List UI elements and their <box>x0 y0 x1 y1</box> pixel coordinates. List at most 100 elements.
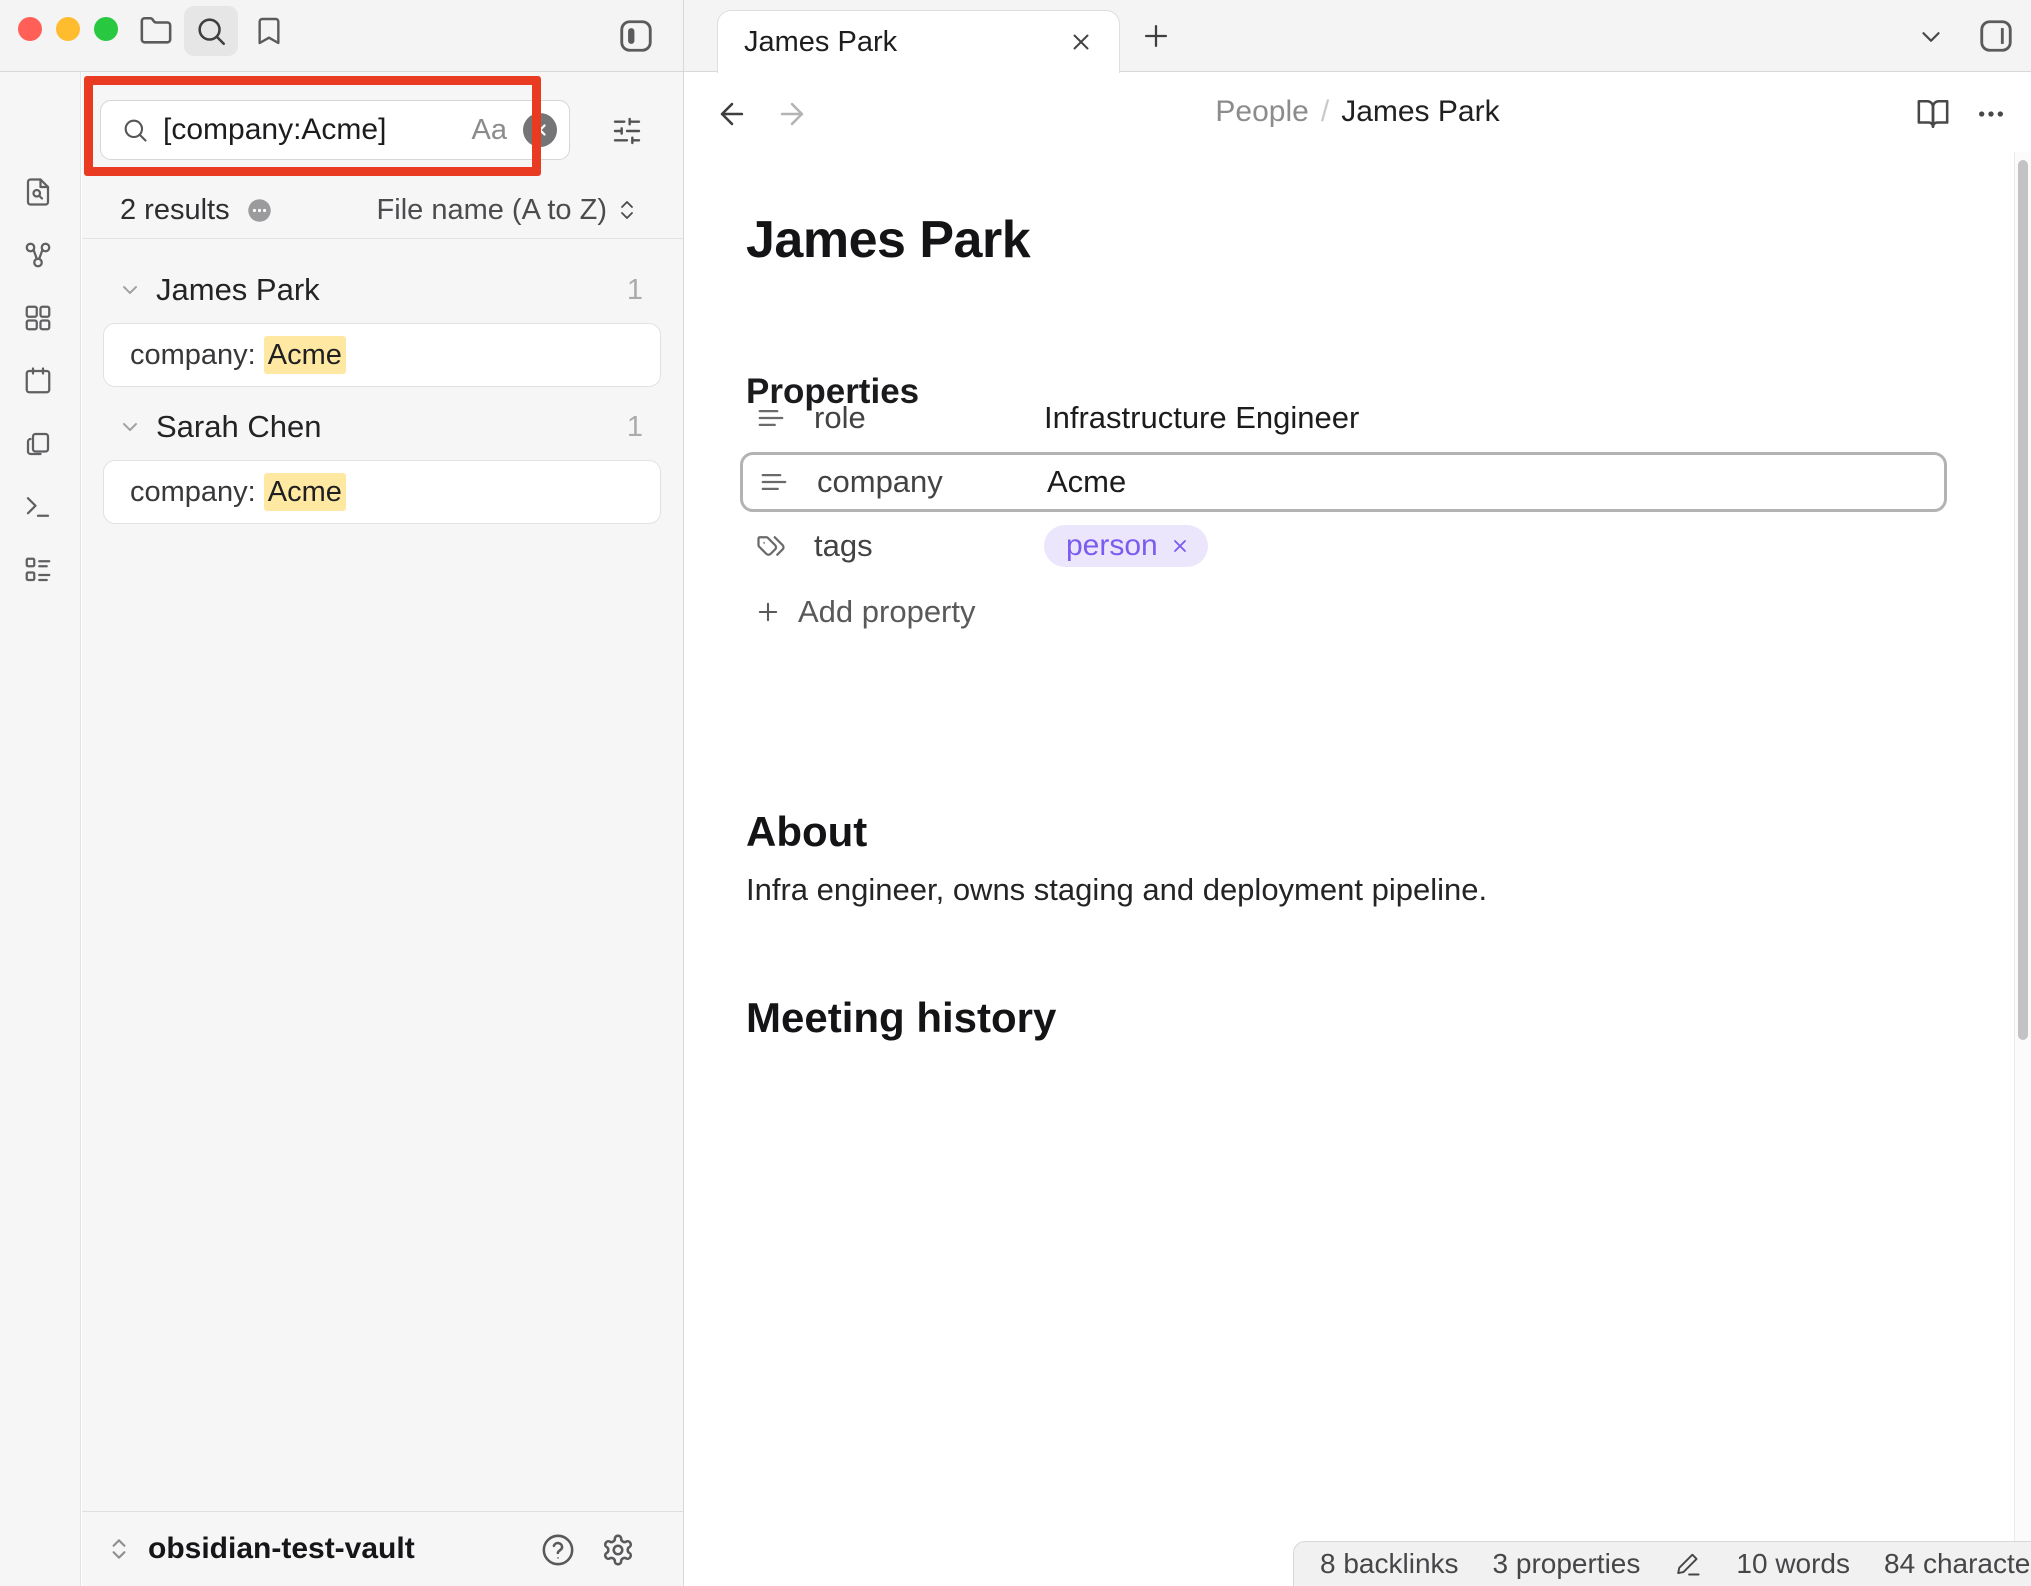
tags-icon[interactable] <box>756 531 786 561</box>
property-row-company[interactable]: company Acme <box>740 452 1947 512</box>
more-options-button[interactable] <box>1970 94 2012 134</box>
arrow-left-icon <box>715 97 749 131</box>
properties-count[interactable]: 3 properties <box>1493 1548 1641 1580</box>
ribbon-graph-button[interactable] <box>16 233 60 277</box>
text-property-icon[interactable] <box>759 467 789 497</box>
search-settings-button[interactable] <box>604 108 650 154</box>
property-value[interactable]: Acme <box>1047 464 1126 500</box>
zoom-window-button[interactable] <box>94 17 118 41</box>
close-window-button[interactable] <box>18 17 42 41</box>
help-circle-icon <box>541 1533 575 1567</box>
property-row-tags: tags person <box>740 516 1947 576</box>
ribbon-calendar-button[interactable] <box>16 359 60 403</box>
result-group-title: Sarah Chen <box>156 409 321 445</box>
result-match-row[interactable]: company: Acme <box>103 460 661 524</box>
remove-tag-icon[interactable] <box>1170 536 1190 556</box>
clear-search-button[interactable] <box>523 113 557 147</box>
ellipsis-icon <box>1975 98 2007 130</box>
property-key[interactable]: role <box>814 400 1044 436</box>
sliders-icon <box>611 115 643 147</box>
vault-switcher[interactable]: obsidian-test-vault <box>106 1532 415 1566</box>
ribbon-copy-button[interactable] <box>16 422 60 466</box>
search-icon <box>121 116 149 144</box>
breadcrumb-parent[interactable]: People <box>1215 95 1308 129</box>
search-input[interactable] <box>163 113 464 147</box>
match-highlight: Acme <box>264 336 346 374</box>
obsidian-window: James Park <box>0 0 2031 1586</box>
search-icon <box>194 14 228 48</box>
vault-row: obsidian-test-vault <box>82 1511 683 1586</box>
search-toolbar-button[interactable] <box>184 6 238 56</box>
about-body: Infra engineer, owns staging and deploym… <box>746 872 1846 908</box>
match-text: company: <box>130 476 264 508</box>
match-text: company: <box>130 339 264 371</box>
open-folder-button[interactable] <box>133 8 179 54</box>
minimize-window-button[interactable] <box>56 17 80 41</box>
tab-title: James Park <box>744 26 1063 59</box>
results-count: 2 results <box>120 194 230 227</box>
result-group-james-park[interactable]: James Park 1 <box>82 265 683 315</box>
panel-divider <box>82 238 683 239</box>
sidebar-divider <box>683 0 684 1586</box>
sort-order-label: File name (A to Z) <box>377 194 607 227</box>
ribbon-file-search-button[interactable] <box>16 170 60 214</box>
close-tab-button[interactable] <box>1063 24 1099 60</box>
chevrons-up-down-icon <box>615 198 639 222</box>
navigate-forward-button[interactable] <box>772 94 812 134</box>
bookmarks-button[interactable] <box>246 8 292 54</box>
tab-james-park[interactable]: James Park <box>717 10 1120 73</box>
character-count: 84 characters <box>1884 1548 2031 1580</box>
property-row-role: role Infrastructure Engineer <box>740 388 1947 448</box>
ribbon-terminal-button[interactable] <box>16 485 60 529</box>
book-open-icon <box>1915 97 1951 131</box>
file-search-icon <box>23 177 53 207</box>
result-group-count: 1 <box>627 411 643 444</box>
tag-pill-person[interactable]: person <box>1044 525 1208 567</box>
bookmark-icon <box>253 15 285 47</box>
property-value[interactable]: Infrastructure Engineer <box>1044 400 1359 436</box>
main-pane: People / James Park James Park Propertie… <box>684 72 2031 1586</box>
property-key[interactable]: tags <box>814 528 1044 564</box>
result-group-title: James Park <box>156 272 320 308</box>
reading-mode-button[interactable] <box>1912 94 1954 134</box>
scrollbar-track[interactable] <box>2014 152 2031 1541</box>
property-key[interactable]: company <box>817 464 1047 500</box>
text-property-icon[interactable] <box>756 403 786 433</box>
breadcrumb-current[interactable]: James Park <box>1341 95 1499 129</box>
status-bar: 8 backlinks 3 properties 10 words 84 cha… <box>1293 1541 2031 1586</box>
gear-icon <box>601 1533 635 1567</box>
chevron-down-icon <box>118 415 142 439</box>
toggle-right-sidebar-button[interactable] <box>1972 13 2020 59</box>
tab-list-button[interactable] <box>1909 15 1953 59</box>
settings-button[interactable] <box>598 1530 638 1570</box>
results-info-button[interactable] <box>246 197 273 224</box>
breadcrumb-separator: / <box>1321 95 1329 129</box>
search-panel: Aa 2 results File name (A to Z) J <box>82 72 683 1586</box>
scrollbar-thumb[interactable] <box>2018 160 2028 1040</box>
result-group-sarah-chen[interactable]: Sarah Chen 1 <box>82 402 683 452</box>
close-icon <box>1068 29 1094 55</box>
backlinks-count[interactable]: 8 backlinks <box>1320 1548 1459 1580</box>
terminal-icon <box>23 492 53 522</box>
graph-icon <box>23 240 53 270</box>
calendar-icon <box>23 366 53 396</box>
help-button[interactable] <box>538 1530 578 1570</box>
sort-order-control[interactable]: File name (A to Z) <box>377 194 639 227</box>
result-match-row[interactable]: company: Acme <box>103 323 661 387</box>
new-tab-button[interactable] <box>1133 13 1179 59</box>
ribbon-list-details-button[interactable] <box>16 548 60 592</box>
plus-icon <box>754 598 782 626</box>
match-case-toggle[interactable]: Aa <box>472 114 507 147</box>
close-icon <box>531 121 549 139</box>
edit-mode-icon[interactable] <box>1674 1550 1702 1578</box>
ribbon-dashboard-button[interactable] <box>16 296 60 340</box>
result-group-count: 1 <box>627 274 643 307</box>
traffic-lights <box>18 17 118 41</box>
view-header: People / James Park <box>684 72 2031 152</box>
navigate-back-button[interactable] <box>712 94 752 134</box>
plus-icon <box>1139 19 1173 53</box>
meeting-history-heading: Meeting history <box>746 994 1056 1042</box>
add-property-button[interactable]: Add property <box>740 584 986 640</box>
panel-right-icon <box>1977 17 2015 55</box>
toggle-left-sidebar-button[interactable] <box>613 13 659 59</box>
